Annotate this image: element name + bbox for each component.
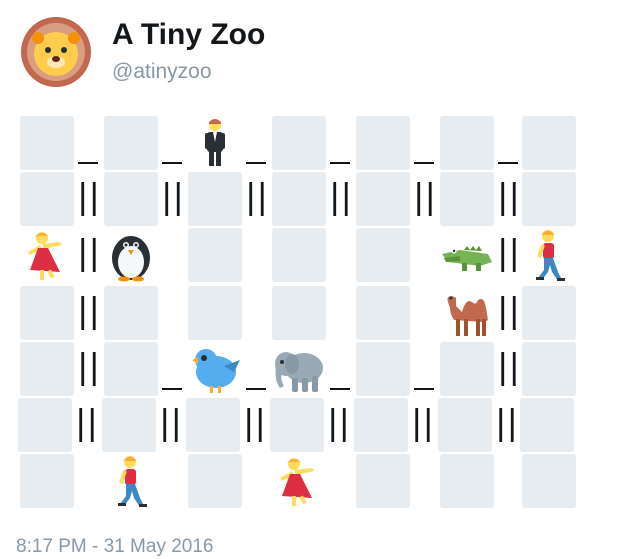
grid-tile (522, 172, 576, 226)
wall-glyph: || (77, 177, 100, 217)
grid-tile (270, 398, 324, 452)
grid-tile (356, 342, 410, 396)
walking-person-icon (104, 454, 158, 508)
person-in-suit-icon (188, 116, 242, 170)
grid-tile (440, 454, 494, 508)
wall-glyph: || (245, 177, 268, 217)
grid-tile (440, 116, 494, 170)
floor-glyph (162, 388, 182, 390)
grid-tile (104, 172, 158, 226)
grid-tile (356, 286, 410, 340)
wall-glyph: || (77, 291, 100, 331)
grid-tile (188, 172, 242, 226)
grid-tile (522, 116, 576, 170)
grid-tile (20, 116, 74, 170)
grid-tile (18, 398, 72, 452)
grid-tile (520, 398, 574, 452)
wall-glyph: || (77, 233, 100, 273)
grid-tile (438, 398, 492, 452)
grid-tile (522, 454, 576, 508)
bird-icon (188, 342, 242, 396)
floor-glyph (246, 162, 266, 164)
grid-tile (20, 454, 74, 508)
grid-tile (188, 454, 242, 508)
grid-tile (272, 286, 326, 340)
wall-glyph: || (159, 403, 182, 443)
walking-person-icon (522, 228, 576, 282)
grid-tile (272, 172, 326, 226)
grid-tile (20, 172, 74, 226)
grid-tile (522, 342, 576, 396)
floor-glyph (162, 162, 182, 164)
zoo-grid: || || || || || || || || || || || || || || || || || || (0, 0, 637, 559)
penguin-icon (104, 228, 158, 282)
wall-glyph: || (497, 291, 520, 331)
wall-glyph: || (327, 403, 350, 443)
grid-tile (186, 398, 240, 452)
wall-glyph: || (497, 177, 520, 217)
wall-glyph: || (77, 347, 100, 387)
floor-glyph (414, 162, 434, 164)
camel-icon (440, 286, 494, 340)
wall-glyph: || (161, 177, 184, 217)
grid-tile (188, 228, 242, 282)
grid-tile (20, 342, 74, 396)
dancer-icon (272, 454, 326, 508)
grid-tile (522, 286, 576, 340)
crocodile-icon (440, 228, 494, 282)
elephant-icon (272, 342, 326, 396)
floor-glyph (246, 388, 266, 390)
floor-glyph (330, 388, 350, 390)
grid-tile (356, 172, 410, 226)
tweet-timestamp[interactable]: 8:17 PM - 31 May 2016 (16, 536, 214, 558)
floor-glyph (414, 388, 434, 390)
floor-glyph (498, 162, 518, 164)
grid-tile (272, 116, 326, 170)
wall-glyph: || (411, 403, 434, 443)
grid-tile (104, 116, 158, 170)
grid-tile (188, 286, 242, 340)
grid-tile (354, 398, 408, 452)
floor-glyph (330, 162, 350, 164)
wall-glyph: || (329, 177, 352, 217)
tweet-card: A Tiny Zoo @atinyzoo || || || || || || |… (0, 0, 637, 559)
wall-glyph: || (243, 403, 266, 443)
dancer-icon (20, 228, 74, 282)
grid-tile (104, 342, 158, 396)
grid-tile (356, 454, 410, 508)
wall-glyph: || (497, 233, 520, 273)
grid-tile (356, 228, 410, 282)
wall-glyph: || (497, 347, 520, 387)
floor-glyph (78, 162, 98, 164)
grid-tile (356, 116, 410, 170)
wall-glyph: || (495, 403, 518, 443)
grid-tile (440, 172, 494, 226)
grid-tile (440, 342, 494, 396)
grid-tile (20, 286, 74, 340)
grid-tile (104, 286, 158, 340)
grid-tile (272, 228, 326, 282)
grid-tile (102, 398, 156, 452)
wall-glyph: || (75, 403, 98, 443)
wall-glyph: || (413, 177, 436, 217)
